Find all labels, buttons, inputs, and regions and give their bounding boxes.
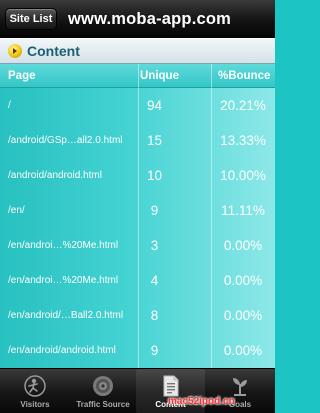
site-title: www.moba-app.com	[68, 9, 232, 28]
bounce-rate: 0.00%	[223, 308, 263, 323]
arrow-right-icon	[8, 44, 22, 58]
page-path: /en/android/…Ball2.0.html	[8, 310, 124, 321]
column-header-bounce[interactable]: %Bounce	[218, 64, 270, 88]
unique-count: 15	[146, 133, 163, 148]
traffic-source-icon	[90, 374, 116, 398]
unique-count: 4	[150, 273, 159, 288]
tab-label: Traffic Source	[76, 400, 130, 409]
column-header-page[interactable]: Page	[8, 64, 36, 88]
tab-traffic-source[interactable]: Traffic Source	[70, 369, 136, 413]
tab-visitors[interactable]: Visitors	[0, 369, 70, 413]
goals-icon	[227, 374, 253, 398]
page-path: /android/android.html	[8, 170, 102, 181]
unique-count: 9	[150, 203, 159, 218]
bounce-rate: 0.00%	[223, 273, 263, 288]
bounce-rate: 20.21%	[220, 98, 266, 113]
section-header: Content	[0, 38, 275, 64]
column-divider	[211, 64, 212, 368]
unique-count: 3	[150, 238, 159, 253]
unique-count: 94	[146, 98, 163, 113]
page-path: /en/androi…%20Me.html	[8, 275, 119, 286]
visitors-icon	[22, 374, 48, 398]
bounce-rate: 10.00%	[220, 168, 266, 183]
page-path: /en/android/android.html	[8, 345, 116, 356]
site-list-button[interactable]: Site List	[5, 8, 57, 30]
bounce-rate: 13.33%	[220, 133, 266, 148]
unique-count: 8	[150, 308, 159, 323]
content-document-icon	[158, 374, 184, 398]
top-navigation-bar: Site List www.moba-app.com	[0, 0, 275, 38]
watermark: mac52ipod.cn	[168, 396, 235, 407]
unique-count: 9	[150, 343, 159, 358]
unique-count: 10	[146, 168, 163, 183]
column-divider	[138, 64, 139, 368]
page-path: /en/androi…%20Me.html	[8, 240, 119, 251]
section-title: Content	[27, 43, 80, 59]
page-path: /en/	[8, 205, 25, 216]
column-header-unique[interactable]: Unique	[140, 64, 179, 88]
bounce-rate: 0.00%	[223, 343, 263, 358]
page-path: /	[8, 100, 11, 111]
page-path: /android/GSp…all2.0.html	[8, 135, 123, 146]
bounce-rate: 0.00%	[223, 238, 263, 253]
tab-label: Visitors	[20, 400, 50, 409]
bounce-rate: 11.11%	[221, 203, 265, 218]
